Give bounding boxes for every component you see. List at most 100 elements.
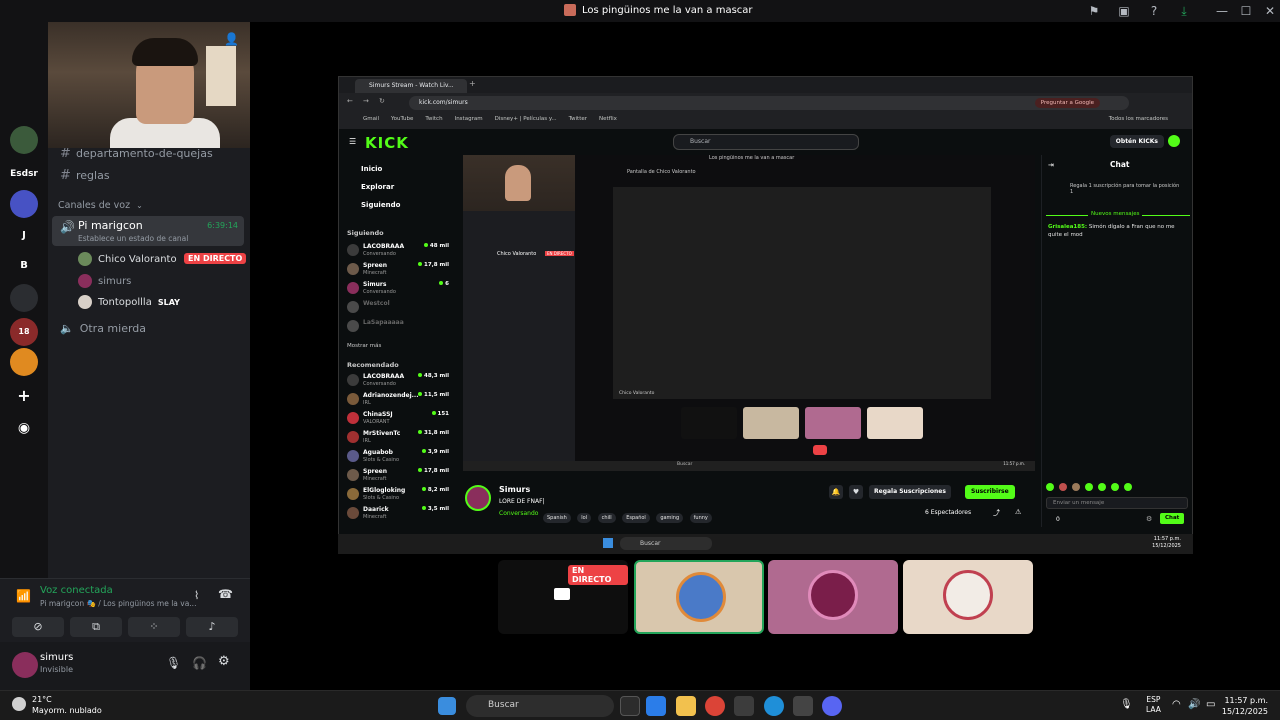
menu-icon[interactable]: ☰ [349, 137, 356, 146]
edge-icon[interactable] [764, 696, 784, 716]
participant-tile-chico-screen[interactable]: EN DIRECTO [498, 560, 628, 634]
kick-logo[interactable]: KICK [365, 134, 409, 152]
subscribe-button[interactable]: Suscribirse [965, 485, 1015, 499]
help-icon[interactable]: ? [1146, 3, 1162, 19]
server-icon[interactable] [10, 190, 38, 218]
voice-user[interactable]: simurs [78, 274, 131, 288]
chat-settings-icon[interactable]: ⚙ [1146, 515, 1152, 523]
discord-icon[interactable] [822, 696, 842, 716]
server-j[interactable]: J [10, 222, 38, 250]
back-icon[interactable]: ← [347, 97, 353, 105]
obtain-kicks-button[interactable]: Obtén KICKs [1109, 135, 1164, 148]
weather-widget[interactable]: 21°C Mayorm. nublado [12, 694, 102, 716]
screen-share-button[interactable]: ⧉ [70, 617, 122, 637]
channel-row[interactable]: Aguabob Slots & Casino 3,9 mil [347, 449, 449, 465]
server-icon[interactable] [10, 348, 38, 376]
signal-icon[interactable]: 📶 [16, 589, 31, 603]
chat-send-button[interactable]: Chat [1160, 513, 1185, 524]
channel-row[interactable]: LACOBRAAA Conversando 48 mil [347, 243, 449, 259]
windows-start-icon[interactable] [438, 697, 456, 715]
channel-row[interactable]: Spreen Minecraft 17,8 mil [347, 262, 449, 278]
avatar[interactable] [1168, 135, 1180, 147]
file-explorer-icon[interactable] [676, 696, 696, 716]
reload-icon[interactable]: ↻ [379, 97, 385, 105]
channel-row[interactable]: LACOBRAAA Conversando 48,3 mil [347, 373, 449, 389]
nav-siguiendo[interactable]: Siguiendo [361, 201, 400, 209]
headphones-icon[interactable]: 🎧 [192, 656, 207, 670]
voice-category-header[interactable]: Canales de voz ⌄ [58, 200, 143, 211]
channel-row[interactable]: ChinaSSJ VALORANT 151 [347, 411, 449, 427]
add-server-icon[interactable]: + [10, 382, 38, 410]
settings-icon[interactable]: ⚙ [218, 654, 230, 669]
channel-row[interactable]: Westcol [347, 300, 449, 316]
share-icon[interactable]: ⤴ [993, 508, 1000, 518]
chrome-icon[interactable] [705, 696, 725, 716]
voice-user[interactable]: Tontopollla SLAY [78, 295, 180, 309]
channel-row[interactable]: ElGlogloking Slots & Casino 8,2 mil [347, 487, 449, 503]
inbox-icon[interactable]: ▣ [1116, 3, 1132, 19]
noise-suppression-icon[interactable]: ⌇ [194, 589, 199, 602]
store-icon[interactable] [734, 696, 754, 716]
channel-row[interactable]: Spreen Minecraft 17,8 mil [347, 468, 449, 484]
address-bar[interactable]: kick.com/simurs [409, 96, 1129, 110]
task-view-icon[interactable] [620, 696, 640, 716]
inner-stream-view: Los pingüinos me la van a mascar Pantall… [575, 155, 1035, 471]
video-player[interactable]: Chico Valoranto EN DIRECTO Los pingüinos… [463, 155, 1035, 471]
participant-tile-tontopollla[interactable] [903, 560, 1033, 634]
channel-row[interactable]: LaSapaaaaa [347, 319, 449, 335]
microphone-icon[interactable]: 🎙 [1120, 699, 1133, 710]
notification-bell-icon[interactable]: 🔔 [829, 485, 843, 499]
server-icon[interactable] [10, 284, 38, 312]
participant-tile-chico[interactable] [634, 560, 764, 634]
gift-subs-button[interactable]: Regala Suscripciones [869, 485, 951, 499]
voice-channel-active[interactable]: 🔊 Pi marigcon Establece un estado de can… [52, 216, 244, 246]
channel-row[interactable]: Adrianozendej... IRL 11,5 mil [347, 392, 449, 408]
server-esdsr[interactable]: Esdsr [10, 160, 38, 188]
channel-row[interactable]: Daarick Minecraft 3,5 mil [347, 506, 449, 522]
nav-explorar[interactable]: Explorar [361, 183, 394, 191]
chat-input[interactable]: Enviar un mensaje [1046, 497, 1188, 509]
server-b[interactable]: B [10, 252, 38, 280]
explore-icon[interactable]: ◉ [10, 414, 38, 442]
copilot-icon[interactable] [646, 696, 666, 716]
channel-row[interactable]: Simurs Conversando 6 [347, 281, 449, 297]
camera-off-button[interactable]: ⊘ [12, 617, 64, 637]
battery-icon[interactable]: ▭ [1206, 699, 1215, 710]
kick-search-input[interactable]: Buscar [673, 134, 859, 150]
language-indicator[interactable]: ESP LAA [1146, 695, 1161, 715]
disconnect-icon[interactable]: ☎ [218, 587, 233, 601]
ask-google-button[interactable]: Preguntar a Google [1034, 98, 1100, 108]
channel-reglas[interactable]: # reglas [60, 168, 110, 183]
participant-tile-simurs[interactable] [768, 560, 898, 634]
taskbar-search[interactable]: Buscar [466, 695, 614, 717]
add-friend-icon[interactable]: 👤 [224, 32, 239, 46]
voice-user[interactable]: Chico Valoranto [78, 252, 177, 266]
new-tab-icon[interactable]: + [469, 79, 476, 88]
avatar[interactable] [12, 652, 38, 678]
forward-icon[interactable]: → [363, 97, 369, 105]
server-icon[interactable] [10, 126, 38, 154]
wifi-icon[interactable]: ◠ [1172, 699, 1181, 710]
app-icon[interactable] [793, 696, 813, 716]
microphone-icon[interactable]: 🎙 [166, 656, 181, 670]
collapse-chat-icon[interactable]: ⇥ [1048, 161, 1054, 169]
close-icon[interactable]: ✕ [1262, 3, 1278, 19]
maximize-icon[interactable]: ☐ [1238, 3, 1254, 19]
channel-quejas[interactable]: # departamento-de-quejas [60, 146, 213, 161]
report-icon[interactable]: ⚠ [1015, 508, 1021, 516]
streamer-avatar[interactable] [465, 485, 491, 511]
download-icon[interactable]: ⤓ [1176, 3, 1192, 19]
volume-icon[interactable]: 🔊 [1188, 699, 1200, 710]
activities-button[interactable]: ⁘ [128, 617, 180, 637]
show-more-link[interactable]: Mostrar más [347, 343, 381, 349]
nav-inicio[interactable]: Inicio [361, 165, 382, 173]
clock[interactable]: 11:57 p.m. 15/12/2025 [1222, 695, 1268, 717]
soundboard-button[interactable]: ♪ [186, 617, 238, 637]
voice-channel-otra[interactable]: 🔈 Otra mierda [60, 322, 146, 335]
minimize-icon[interactable]: — [1214, 3, 1230, 19]
flag-icon[interactable]: ⚑ [1086, 3, 1102, 19]
channel-row[interactable]: MrStivenTc IRL 31,8 mil [347, 430, 449, 446]
heart-icon[interactable]: ♥ [849, 485, 863, 499]
browser-tab[interactable]: Simurs Stream - Watch Liv... [355, 79, 467, 93]
server-18[interactable]: 18 [10, 318, 38, 346]
